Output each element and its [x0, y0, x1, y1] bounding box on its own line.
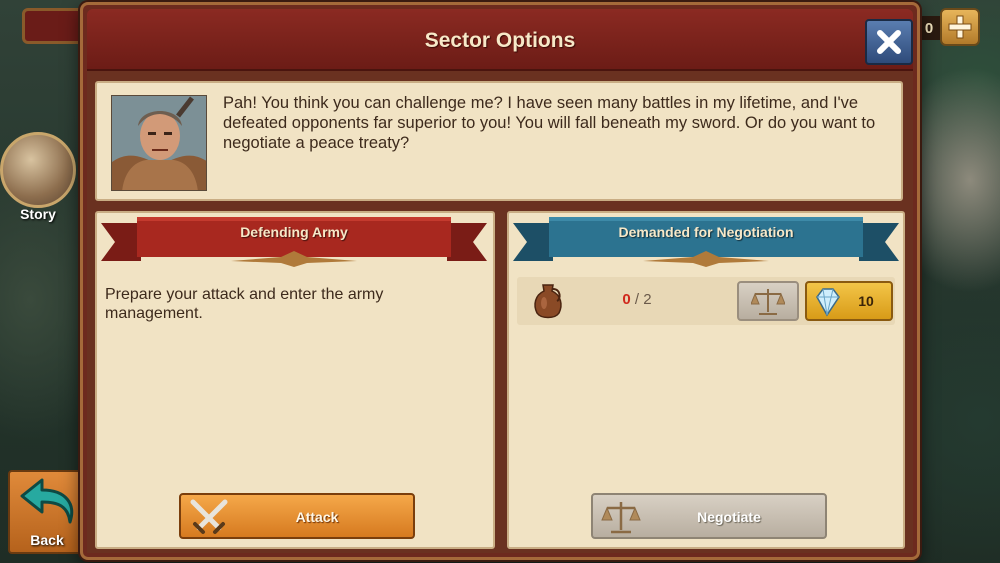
negotiate-button[interactable]: Negotiate: [591, 493, 827, 539]
scale-icon: [601, 502, 641, 534]
modal-header: Sector Options: [87, 9, 913, 71]
negotiation-panel: Demanded for Negotiation 0 / 2 10 Negoti…: [507, 211, 905, 549]
negotiate-label: Negotiate: [697, 509, 761, 525]
attack-button[interactable]: Attack: [179, 493, 415, 539]
dialogue-text: Pah! You think you can challenge me? I h…: [223, 94, 876, 152]
plus-icon: [948, 15, 972, 39]
sector-options-modal: Sector Options Pah! You think you can ch…: [80, 2, 920, 560]
resource-have: 0: [622, 291, 631, 308]
resource-requirement-row: 0 / 2 10: [517, 277, 895, 325]
coin-counter: 0: [918, 16, 940, 40]
attack-label: Attack: [295, 509, 339, 525]
close-icon: [877, 30, 901, 54]
modal-body: Pah! You think you can challenge me? I h…: [87, 71, 913, 553]
negotiation-title: Demanded for Negotiation: [618, 224, 794, 240]
story-avatar-icon: [0, 132, 76, 208]
story-label: Story: [20, 206, 56, 222]
scale-icon: [751, 289, 785, 315]
diamond-icon: [816, 288, 840, 317]
crossed-swords-icon: [190, 499, 228, 534]
diamond-cost: 10: [858, 293, 874, 309]
resource-need: / 2: [634, 291, 652, 308]
close-button[interactable]: [865, 19, 913, 65]
defending-army-title: Defending Army: [240, 224, 348, 240]
trade-resource-button[interactable]: [737, 281, 799, 321]
story-button[interactable]: Story: [0, 132, 78, 224]
modal-title: Sector Options: [424, 29, 576, 52]
back-arrow-icon: [20, 478, 74, 524]
add-currency-button[interactable]: [940, 8, 980, 46]
enemy-dialogue: Pah! You think you can challenge me? I h…: [95, 81, 903, 201]
resource-count: 0 / 2: [597, 291, 677, 308]
defending-army-panel: Defending Army Prepare your attack and e…: [95, 211, 495, 549]
jug-icon: [534, 284, 562, 319]
attack-description: Prepare your attack and enter the army m…: [105, 286, 384, 322]
back-label: Back: [30, 532, 64, 548]
back-button[interactable]: Back: [8, 470, 86, 554]
enemy-portrait: [111, 95, 207, 191]
buy-with-diamonds-button[interactable]: 10: [805, 281, 893, 321]
